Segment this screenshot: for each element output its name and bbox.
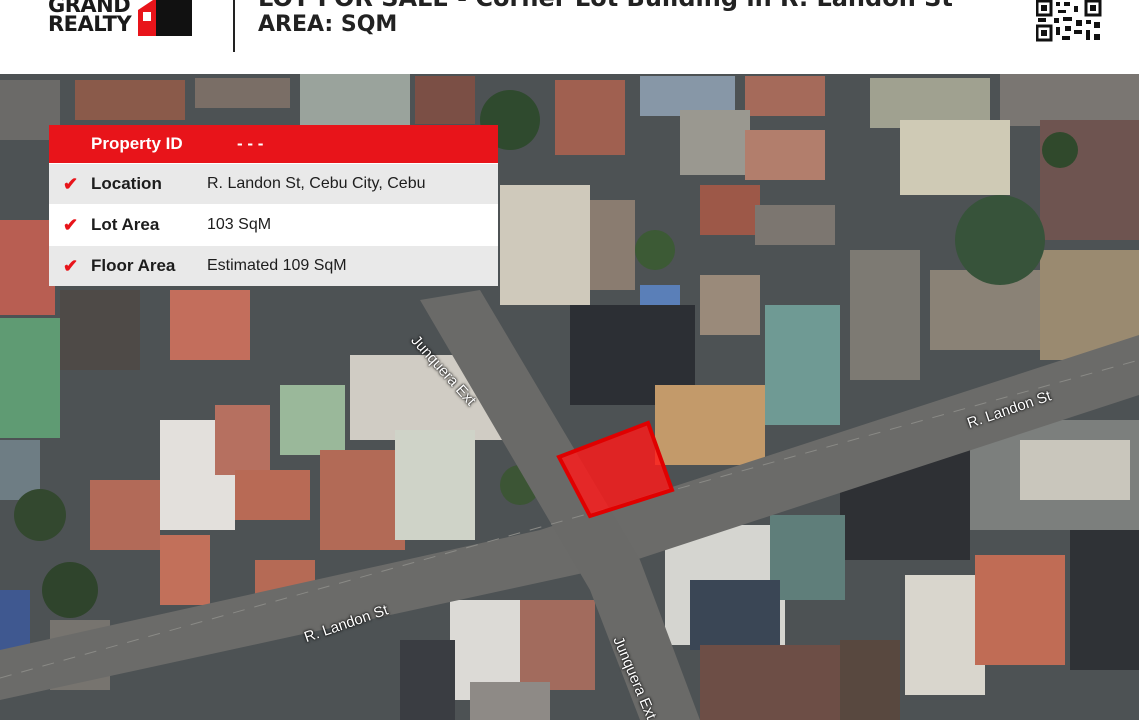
property-id-label: Property ID [91, 134, 183, 153]
page-title: LOT FOR SALE - Corner Lot Building in R.… [258, 0, 953, 12]
info-row-label: Floor Area [91, 256, 176, 275]
logo-line-2: REALTY [48, 12, 132, 36]
property-info-card: Property ID - - - ✔ Location R. Landon S… [49, 125, 498, 286]
brand-logo-text: GRAND REALTY [48, 0, 132, 36]
info-row-location: ✔ Location R. Landon St, Cebu City, Cebu [49, 163, 498, 204]
info-row-value: 103 SqM [207, 216, 272, 233]
house-logo-icon [138, 0, 192, 36]
info-row-lot-area: ✔ Lot Area 103 SqM [49, 204, 498, 245]
header-divider [233, 0, 235, 52]
header: GRAND REALTY LOT FOR SALE - Corner Lot B… [0, 0, 1139, 74]
info-row-floor-area: ✔ Floor Area Estimated 109 SqM [49, 245, 498, 286]
qr-code-icon [1036, 0, 1102, 42]
checkmark-icon: ✔ [63, 173, 79, 194]
property-id-header: Property ID - - - [49, 125, 498, 163]
checkmark-icon: ✔ [63, 255, 79, 276]
area-label: AREA: SQM [258, 12, 398, 37]
info-row-value: R. Landon St, Cebu City, Cebu [207, 175, 426, 192]
info-row-label: Location [91, 174, 162, 193]
info-row-label: Lot Area [91, 215, 160, 234]
info-row-value: Estimated 109 SqM [207, 257, 347, 274]
property-id-value: - - - [237, 134, 264, 153]
checkmark-icon: ✔ [63, 214, 79, 235]
